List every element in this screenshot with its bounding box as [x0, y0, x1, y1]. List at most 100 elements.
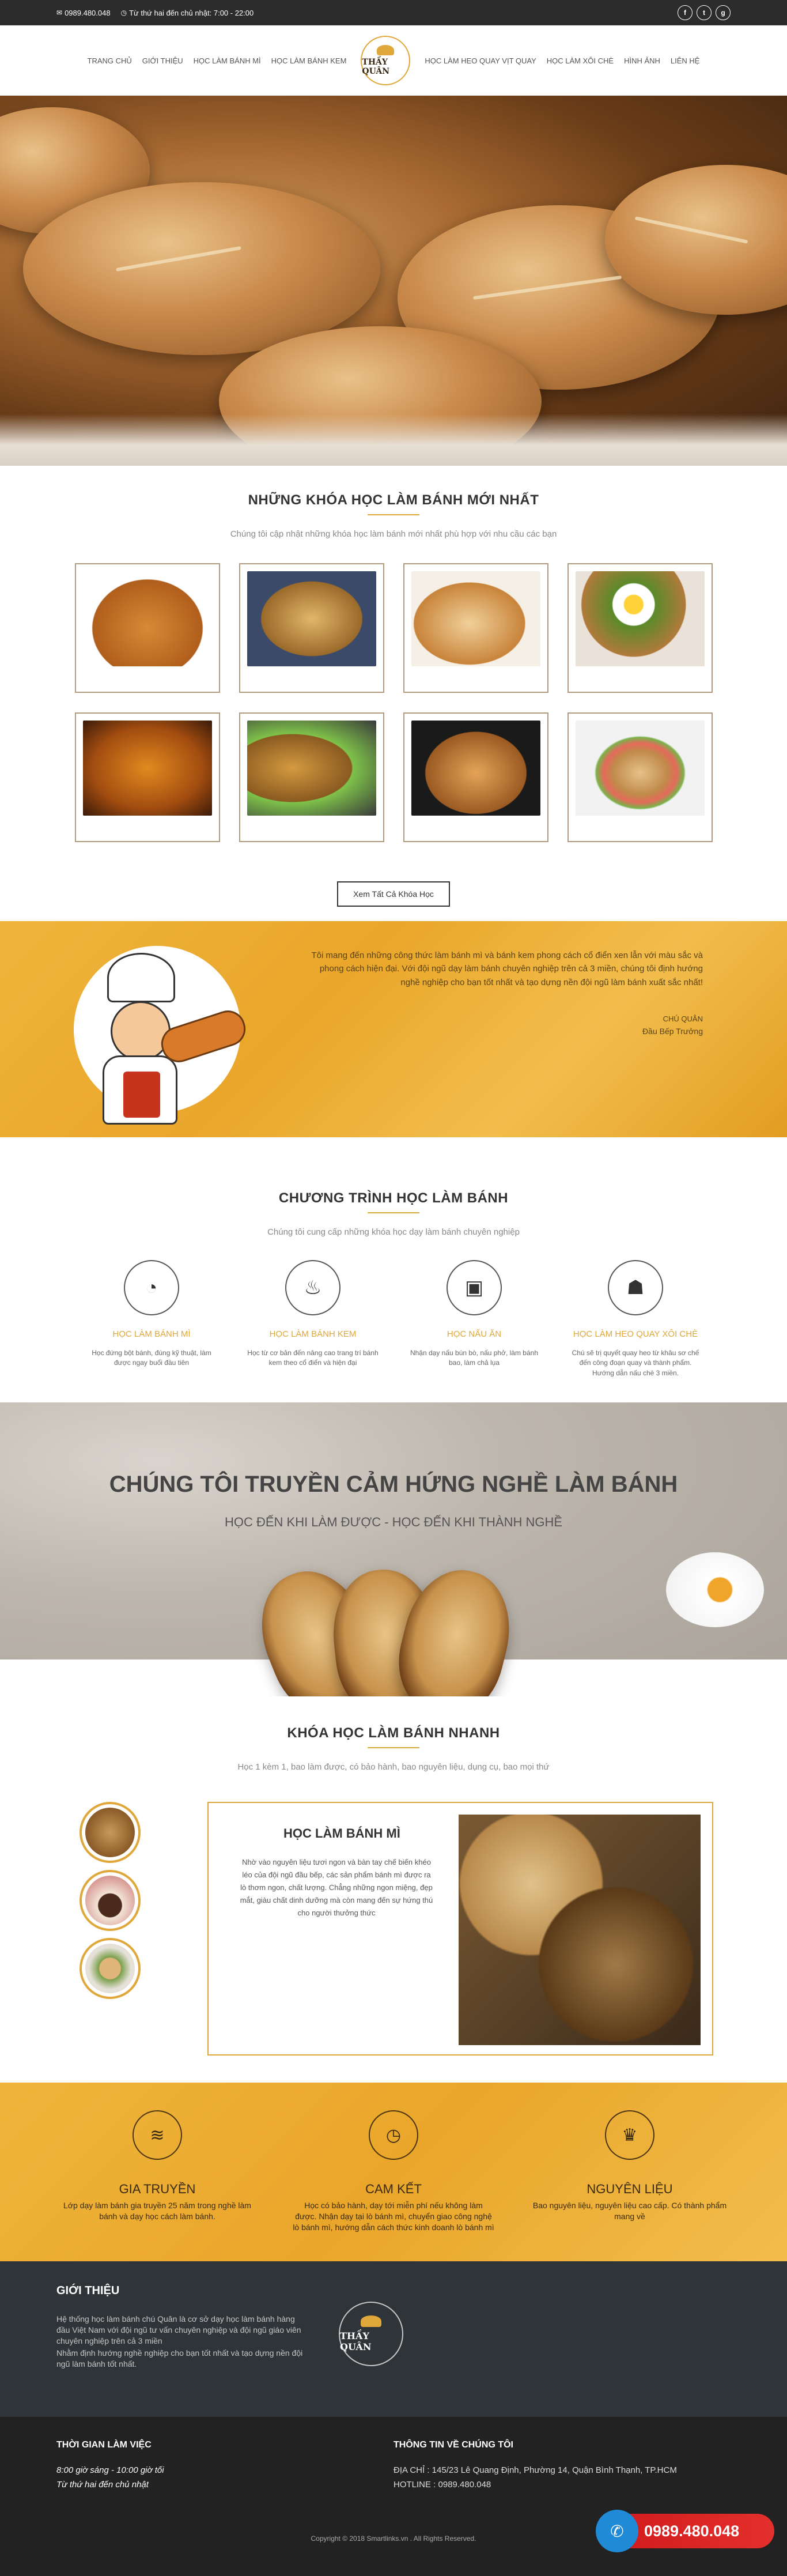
value-title: Cam kết [365, 2182, 422, 2196]
nav-contact[interactable]: Liên hệ [665, 56, 705, 65]
program-item-desc: Chú sẽ trị quyết quay heo từ khâu sơ chế… [572, 1349, 699, 1377]
view-all-courses-button[interactable]: Xem Tất Cả Khóa Học [337, 881, 450, 907]
value-item: ≋ Gia truyền Lớp dạy làm bánh gia truyền… [56, 2110, 258, 2233]
croissant-basket-photo [411, 721, 540, 816]
program-item[interactable]: ▣ Học nấu ăn Nhận dạy nấu bún bò, nấu ph… [401, 1260, 548, 1378]
course-card[interactable] [74, 563, 220, 693]
pastry-platter-photo [247, 721, 376, 816]
inspiration-banner: Chúng tôi truyền cảm hứng nghề làm bánh … [0, 1402, 787, 1696]
footer-logo-text: THẦY QUÂN [340, 2330, 372, 2352]
bread-thumbnail[interactable] [80, 1802, 141, 1863]
latest-courses-section: Những khóa học làm bánh mới nhất Chúng t… [0, 466, 787, 921]
croissant-photo [82, 571, 212, 666]
footer-logo[interactable]: THẦY QUÂN [339, 2302, 403, 2366]
program-item-title: Học làm heo quay xôi chè [573, 1329, 698, 1339]
program-item[interactable]: ☗ Học làm heo quay xôi chè Chú sẽ trị qu… [562, 1260, 709, 1378]
hero-bread-image [23, 182, 380, 355]
floating-hotline-button[interactable]: ✆ 0989.480.048 [596, 2510, 774, 2552]
program-item[interactable]: ♨ Học làm bánh kem Học từ cơ bản đến nân… [240, 1260, 387, 1378]
course-card[interactable] [239, 563, 384, 693]
value-desc: Học có bảo hành, dạy tới miễn phí nếu kh… [293, 2201, 494, 2232]
chef-illustration [74, 946, 250, 1125]
nav-sticky-rice-course[interactable]: Học làm xôi chè [542, 56, 619, 65]
sliced-bread-photo [411, 571, 540, 666]
working-hours-time: 8:00 giờ sáng - 10:00 giờ tối [56, 2465, 164, 2475]
chef-name: Chú Quân [663, 1014, 703, 1023]
cooking-thumbnail[interactable] [80, 1938, 141, 1999]
bottom-footer: Thời gian làm việc 8:00 giờ sáng - 10:00… [0, 2417, 787, 2576]
course-card[interactable] [567, 563, 713, 693]
values-section: ≋ Gia truyền Lớp dạy làm bánh gia truyền… [0, 2083, 787, 2261]
bread-loaves-image [459, 1815, 701, 2045]
chef-role: Đầu Bếp Trưởng [642, 1027, 703, 1036]
dish-icon: ♛ [605, 2110, 654, 2160]
cake-thumbnail[interactable] [80, 1870, 141, 1931]
google-plus-icon[interactable]: g [716, 5, 731, 20]
quick-course-section: Khóa học làm bánh nhanh Học 1 kèm 1, bao… [0, 1696, 787, 2083]
program-item-desc: Học đứng bột bánh, đúng kỹ thuật, làm đư… [92, 1349, 211, 1367]
course-card[interactable] [74, 712, 220, 842]
clock-icon: ◷ [120, 9, 127, 17]
company-info-col: Thông tin về chúng tôi ĐỊA CHỈ : 145/23 … [394, 2440, 731, 2490]
main-header: Trang chủ Giới thiệu Học làm bánh mì Học… [0, 25, 787, 96]
program-subtitle: Chúng tôi cung cấp những khóa học dạy là… [267, 1227, 520, 1237]
course-card[interactable] [239, 712, 384, 842]
program-item[interactable]: ◔ Học làm bánh mì Học đứng bột bánh, đún… [78, 1260, 225, 1378]
about-title: Giới thiệu [56, 2284, 120, 2297]
nav-cake-course[interactable]: Học làm bánh kem [266, 56, 352, 65]
course-card[interactable] [567, 712, 713, 842]
value-item: ♛ Nguyên liệu Bao nguyên liệu, nguyên li… [529, 2110, 731, 2233]
chef-signature: Chú Quân Đầu Bếp Trưởng [642, 1014, 703, 1036]
inspiration-title: Chúng tôi truyền cảm hứng nghề làm bánh [109, 1472, 678, 1497]
chef-quote-section: Tôi mang đến những công thức làm bánh mì… [0, 921, 787, 1137]
glazed-buns-photo [82, 721, 212, 816]
nav-about[interactable]: Giới thiệu [137, 56, 188, 65]
program-section: Chương trình học làm bánh Chúng tôi cung… [0, 1137, 787, 1402]
topbar-phone[interactable]: ✉ 0989.480.048 [56, 9, 111, 17]
course-card[interactable] [403, 712, 548, 842]
quick-course-title: Khóa học làm bánh nhanh [287, 1725, 500, 1741]
company-hotline[interactable]: HOTLINE : 0989.480.048 [394, 2480, 731, 2490]
heritage-icon: ≋ [133, 2110, 182, 2160]
pig-icon: ☗ [608, 1260, 663, 1315]
banh-mi-photo [575, 721, 705, 816]
working-hours-title: Thời gian làm việc [56, 2440, 152, 2450]
top-bar: ✉ 0989.480.048 ◷ Từ thứ hai đến chủ nhật… [0, 0, 787, 25]
value-desc: Lớp dạy làm bánh gia truyền 25 năm trong… [63, 2201, 251, 2221]
egg-decoration [666, 1552, 764, 1627]
course-thumbnails [80, 1802, 141, 2006]
chef-quote: Tôi mang đến những công thức làm bánh mì… [311, 951, 703, 987]
nav-bread-course[interactable]: Học làm bánh mì [188, 56, 266, 65]
twitter-icon[interactable]: t [697, 5, 712, 20]
program-item-desc: Nhận dạy nấu bún bò, nấu phở, làm bánh b… [410, 1349, 539, 1367]
site-logo[interactable]: THẦY QUÂN [361, 36, 411, 85]
about-text-2: Nhằm định hướng nghề nghiệp cho bạn tốt … [56, 2348, 303, 2368]
topbar-hours-text: Từ thứ hai đến chủ nhật: 7:00 - 22:00 [129, 8, 254, 17]
floating-hotline-number: 0989.480.048 [644, 2522, 740, 2540]
inspiration-subtitle: Học đến khi làm được - Học đến khi thành… [224, 1515, 563, 1529]
program-item-title: Học làm bánh mì [112, 1329, 191, 1339]
chef-apron [123, 1072, 160, 1118]
quick-course-body: Học làm bánh mì Nhờ vào nguyên liệu tươi… [80, 1802, 713, 2055]
about-text: Hệ thống học làm bánh chú Quân là cơ sở … [56, 2314, 301, 2345]
nav-roast-course[interactable]: Học làm heo quay vịt quay [419, 56, 541, 65]
latest-courses-title: Những khóa học làm bánh mới nhất [248, 492, 539, 508]
company-info-title: Thông tin về chúng tôi [394, 2440, 513, 2450]
course-grid [0, 563, 787, 842]
company-address: ĐỊA CHỈ : 145/23 Lê Quang Định, Phường 1… [394, 2465, 677, 2475]
value-title: Nguyên liệu [587, 2182, 673, 2196]
title-divider [368, 514, 419, 515]
nav-gallery[interactable]: Hình ảnh [619, 56, 665, 65]
program-item-title: Học nấu ăn [447, 1329, 502, 1339]
facebook-icon[interactable]: f [678, 5, 693, 20]
working-hours-days: Từ thứ hai đến chủ nhật [56, 2480, 149, 2490]
pie-chart-icon: ◔ [124, 1260, 179, 1315]
nav-home[interactable]: Trang chủ [82, 56, 137, 65]
topbar-hours: ◷ Từ thứ hai đến chủ nhật: 7:00 - 22:00 [121, 9, 254, 17]
value-desc: Bao nguyên liệu, nguyên liệu cao cấp. Có… [532, 2201, 727, 2221]
course-card[interactable] [403, 563, 548, 693]
main-nav: Trang chủ Giới thiệu Học làm bánh mì Học… [82, 36, 705, 85]
program-title: Chương trình học làm bánh [278, 1190, 509, 1206]
site-logo-text: THẦY QUÂN [362, 58, 390, 76]
quick-course-card-title: Học làm bánh mì [283, 1826, 400, 1840]
